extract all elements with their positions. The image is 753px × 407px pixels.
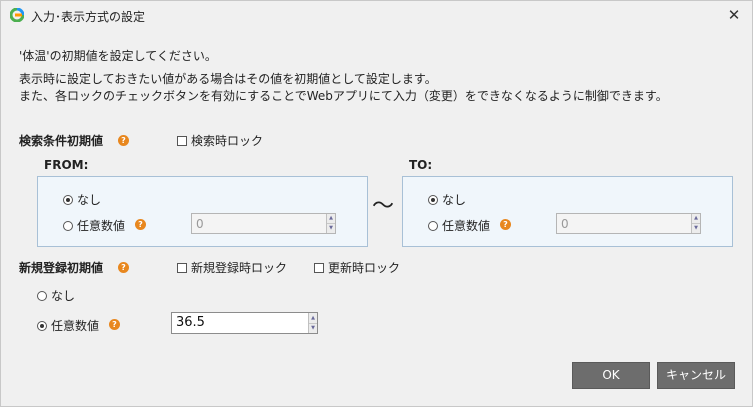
from-value-help-icon[interactable]: ? [135, 219, 146, 230]
to-value-input[interactable]: ▲ ▼ [556, 213, 701, 234]
new-radio-none-dot[interactable] [37, 290, 47, 301]
from-radio-value-dot[interactable] [63, 220, 73, 231]
update-lock-checkbox[interactable]: 更新時ロック [314, 259, 400, 276]
new-lock-label: 新規登録時ロック [191, 261, 288, 275]
to-title: TO: [409, 158, 433, 172]
app-logo-icon [10, 8, 24, 22]
from-radio-none[interactable]: なし [63, 191, 101, 208]
spin-up-icon[interactable]: ▲ [692, 214, 700, 223]
new-value-input[interactable]: ▲ ▼ [171, 312, 318, 334]
close-button[interactable]: ✕ [724, 5, 744, 25]
to-value-help-icon[interactable]: ? [500, 219, 511, 230]
spin-up-icon[interactable]: ▲ [327, 214, 335, 223]
spin-down-icon[interactable]: ▼ [309, 323, 317, 332]
update-lock-checkbox-box[interactable] [314, 262, 324, 273]
new-radio-value-label: 任意数値 [51, 319, 100, 333]
from-title: FROM: [44, 158, 89, 172]
new-radio-none[interactable]: なし [37, 287, 75, 304]
to-radio-none-dot[interactable] [428, 194, 438, 205]
new-radio-value[interactable]: 任意数値 [37, 317, 99, 334]
range-separator: 〜 [372, 194, 395, 219]
new-initial-help-icon[interactable]: ? [118, 262, 129, 273]
search-lock-checkbox[interactable]: 検索時ロック [177, 132, 263, 149]
ok-button[interactable]: OK [572, 362, 650, 389]
from-value-input[interactable]: ▲ ▼ [191, 213, 336, 234]
new-value-help-icon[interactable]: ? [109, 319, 120, 330]
new-initial-label: 新規登録初期値 [19, 261, 104, 275]
new-lock-checkbox[interactable]: 新規登録時ロック [177, 259, 287, 276]
new-radio-value-dot[interactable] [37, 320, 47, 331]
search-initial-label: 検索条件初期値 [19, 134, 104, 148]
spin-down-icon[interactable]: ▼ [692, 223, 700, 232]
new-lock-checkbox-box[interactable] [177, 262, 187, 273]
description-line-3: また、各ロックのチェックボタンを有効にすることでWebアプリにて入力（変更）をで… [19, 89, 668, 103]
search-lock-checkbox-box[interactable] [177, 135, 187, 146]
window-title: 入力･表示方式の設定 [31, 10, 146, 24]
from-value-field[interactable] [192, 214, 325, 233]
spin-up-icon[interactable]: ▲ [309, 313, 317, 323]
from-radio-none-label: なし [77, 193, 102, 207]
description-line-2: 表示時に設定しておきたい値がある場合はその値を初期値として設定します。 [19, 72, 437, 86]
from-radio-value-label: 任意数値 [77, 219, 126, 233]
to-panel: なし 任意数値 ? ▲ ▼ [402, 176, 733, 247]
spin-down-icon[interactable]: ▼ [327, 223, 335, 232]
from-radio-value[interactable]: 任意数値 [63, 217, 125, 234]
search-initial-help-icon[interactable]: ? [118, 135, 129, 146]
cancel-button[interactable]: キャンセル [657, 362, 735, 389]
search-lock-label: 検索時ロック [191, 134, 264, 148]
to-value-spinner[interactable]: ▲ ▼ [691, 214, 700, 233]
update-lock-label: 更新時ロック [328, 261, 401, 275]
from-value-spinner[interactable]: ▲ ▼ [326, 214, 335, 233]
settings-dialog: 入力･表示方式の設定 ✕ '体温'の初期値を設定してください。 表示時に設定して… [0, 0, 753, 407]
new-value-spinner[interactable]: ▲ ▼ [308, 313, 317, 333]
from-radio-none-dot[interactable] [63, 194, 73, 205]
new-value-field[interactable] [172, 313, 307, 332]
to-value-field[interactable] [557, 214, 690, 233]
to-radio-value-dot[interactable] [428, 220, 438, 231]
new-radio-none-label: なし [51, 289, 76, 303]
to-radio-value-label: 任意数値 [442, 219, 491, 233]
from-panel: なし 任意数値 ? ▲ ▼ [37, 176, 368, 247]
to-radio-value[interactable]: 任意数値 [428, 217, 490, 234]
to-radio-none[interactable]: なし [428, 191, 466, 208]
description-line-1: '体温'の初期値を設定してください。 [19, 49, 217, 63]
title-bar: 入力･表示方式の設定 ✕ [1, 1, 752, 29]
to-radio-none-label: なし [442, 193, 467, 207]
